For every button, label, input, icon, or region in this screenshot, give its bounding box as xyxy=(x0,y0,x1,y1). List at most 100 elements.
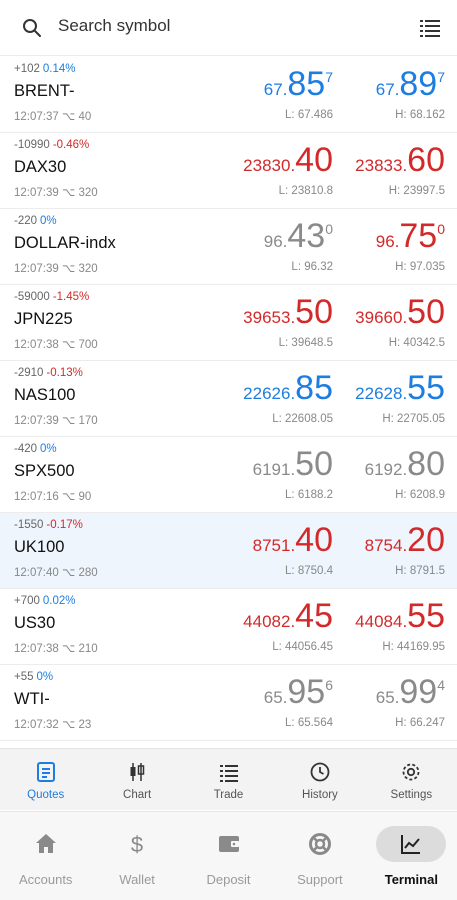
bid-price[interactable]: 6191.50 xyxy=(253,447,333,481)
bid-price[interactable]: 67.857 xyxy=(264,67,333,101)
ask-price[interactable]: 8754.20 xyxy=(365,523,445,557)
quote-row-wti[interactable]: +55 0% WTI- 12:07:32 ⌥ 23 65.956 65.994 L: 65.… xyxy=(0,665,457,741)
bid-price-big: 95 xyxy=(287,673,326,711)
quote-time: 12:07:37 xyxy=(14,111,59,123)
nav-accounts[interactable]: Accounts xyxy=(0,812,91,900)
quote-row-brent[interactable]: +102 0.14% BRENT- 12:07:37 ⌥ 40 67.857 67.897… xyxy=(0,57,457,133)
quotes-list: +102 0.14% BRENT- 12:07:37 ⌥ 40 67.857 67.897… xyxy=(0,57,457,747)
bid-price-big: 43 xyxy=(287,217,326,255)
tab-chart[interactable]: Chart xyxy=(91,749,182,810)
high-price: H: 23997.5 xyxy=(388,185,445,197)
quote-row-us30[interactable]: +700 0.02% US30 12:07:38 ⌥ 210 44082.45 44084… xyxy=(0,589,457,665)
change-percent: 0% xyxy=(40,443,57,455)
high-price: H: 97.035 xyxy=(395,261,445,273)
nav-label: Terminal xyxy=(384,872,438,887)
bid-price[interactable]: 96.430 xyxy=(264,219,333,253)
ask-price[interactable]: 65.994 xyxy=(376,675,445,709)
symbol-list-menu-icon[interactable] xyxy=(419,17,441,39)
nav-label: Wallet xyxy=(119,872,155,887)
tab-trade[interactable]: Trade xyxy=(183,749,274,810)
search-bar xyxy=(0,0,457,56)
change-percent: 0.02% xyxy=(42,595,76,607)
change-percent: 0.14% xyxy=(42,63,76,75)
ask-price-big: 80 xyxy=(407,445,445,483)
app-root: +1020.14%BRENT-12:07:37 ⌥ 4067.85767.897… xyxy=(0,0,457,900)
spread-icon: ⌥ xyxy=(61,263,76,275)
ask-price-small: 65. xyxy=(375,688,400,707)
quote-meta: 12:07:38 ⌥ 210 xyxy=(14,641,98,655)
bid-price[interactable]: 23830.40 xyxy=(243,143,333,177)
ask-price-big: 55 xyxy=(407,369,445,407)
quote-row-uk100[interactable]: -1550 -0.17% UK100 12:07:40 ⌥ 280 8751.40 875… xyxy=(0,513,457,589)
bid-price[interactable]: 65.956 xyxy=(264,675,333,709)
quote-row-nas100[interactable]: -2910 -0.13% NAS100 12:07:39 ⌥ 170 22626.85 2… xyxy=(0,361,457,437)
change-text: -1550 -0.17% xyxy=(14,519,83,531)
ask-price[interactable]: 6192.80 xyxy=(365,447,445,481)
nav-icon-container: $ xyxy=(102,826,172,862)
bid-price-big: 50 xyxy=(295,293,333,331)
low-price: L: 39648.5 xyxy=(278,337,333,349)
low-price: L: 44056.45 xyxy=(272,641,333,653)
ask-price[interactable]: 39660.50 xyxy=(355,295,445,329)
tab-label: Quotes xyxy=(27,789,65,801)
change-points: +700 xyxy=(14,595,40,607)
tab-quotes[interactable]: Quotes xyxy=(0,749,91,810)
spread-icon: ⌥ xyxy=(61,339,76,351)
high-price: H: 66.247 xyxy=(395,717,445,729)
quote-time: 12:07:38 xyxy=(14,643,59,655)
bid-price-big: 85 xyxy=(287,65,326,103)
search-input[interactable] xyxy=(58,16,388,36)
bid-price-small: 8751. xyxy=(252,536,296,555)
low-price: L: 67.486 xyxy=(285,109,333,121)
ask-price[interactable]: 23833.60 xyxy=(355,143,445,177)
bid-price[interactable]: 22626.85 xyxy=(243,371,333,405)
trade-list-icon xyxy=(219,765,238,782)
high-price: H: 40342.5 xyxy=(388,337,445,349)
gear-icon xyxy=(402,763,420,781)
tab-label: Trade xyxy=(213,789,244,801)
nav-wallet[interactable]: $ Wallet xyxy=(91,812,182,900)
ask-price-small: 6192. xyxy=(364,460,408,479)
symbol-name: SPX500 xyxy=(14,462,75,480)
ask-price[interactable]: 44084.55 xyxy=(355,599,445,633)
ask-price[interactable]: 22628.55 xyxy=(355,371,445,405)
quote-row-jpn225[interactable]: -59000 -1.45% JPN225 12:07:38 ⌥ 700 39653.50… xyxy=(0,285,457,361)
symbol-name: JPN225 xyxy=(14,310,73,328)
change-text: +55 0% xyxy=(14,671,53,683)
nav-deposit[interactable]: Deposit xyxy=(183,812,274,900)
low-price: L: 22608.05 xyxy=(272,413,333,425)
change-points: -59000 xyxy=(14,291,50,303)
ask-price[interactable]: 67.897 xyxy=(376,67,445,101)
wallet-icon xyxy=(218,836,239,852)
tab-settings[interactable]: Settings xyxy=(366,749,457,810)
ask-price[interactable]: 96.750 xyxy=(376,219,445,253)
change-percent: 0% xyxy=(36,671,54,683)
change-text: -220 0% xyxy=(14,215,57,227)
search-icon[interactable] xyxy=(22,18,42,38)
quote-row-dollar-indx[interactable]: -220 0% DOLLAR-indx 12:07:39 ⌥ 320 96.430 96.… xyxy=(0,209,457,285)
change-text: +102 0.14% xyxy=(14,63,76,75)
ask-price-small: 8754. xyxy=(364,536,408,555)
bid-price-small: 96. xyxy=(263,232,288,251)
low-price: L: 6188.2 xyxy=(285,489,333,501)
tick-count: 40 xyxy=(78,111,92,123)
bid-price-small: 65. xyxy=(263,688,288,707)
quote-meta: 12:07:16 ⌥ 90 xyxy=(14,489,91,503)
high-price: H: 8791.5 xyxy=(395,565,445,577)
tab-label: History xyxy=(302,789,338,801)
bid-price[interactable]: 44082.45 xyxy=(243,599,333,633)
quote-row-dax30[interactable]: -10990 -0.46% DAX30 12:07:39 ⌥ 320 23830.40 2… xyxy=(0,133,457,209)
bid-price[interactable]: 39653.50 xyxy=(243,295,333,329)
bid-price[interactable]: 8751.40 xyxy=(253,523,333,557)
quote-meta: 12:07:39 ⌥ 170 xyxy=(14,413,98,427)
high-price: H: 44169.95 xyxy=(382,641,445,653)
lifebuoy-icon xyxy=(308,833,331,855)
ask-price-big: 55 xyxy=(407,597,445,635)
nav-terminal[interactable]: Terminal xyxy=(366,812,457,900)
tab-history[interactable]: History xyxy=(274,749,365,810)
ask-price-big: 99 xyxy=(399,673,438,711)
bid-price-small: 22626. xyxy=(243,384,296,403)
quote-row-spx500[interactable]: -420 0% SPX500 12:07:16 ⌥ 90 6191.50 6192.80 L… xyxy=(0,437,457,513)
nav-support[interactable]: Support xyxy=(274,812,365,900)
bid-price-small: 23830. xyxy=(243,156,296,175)
